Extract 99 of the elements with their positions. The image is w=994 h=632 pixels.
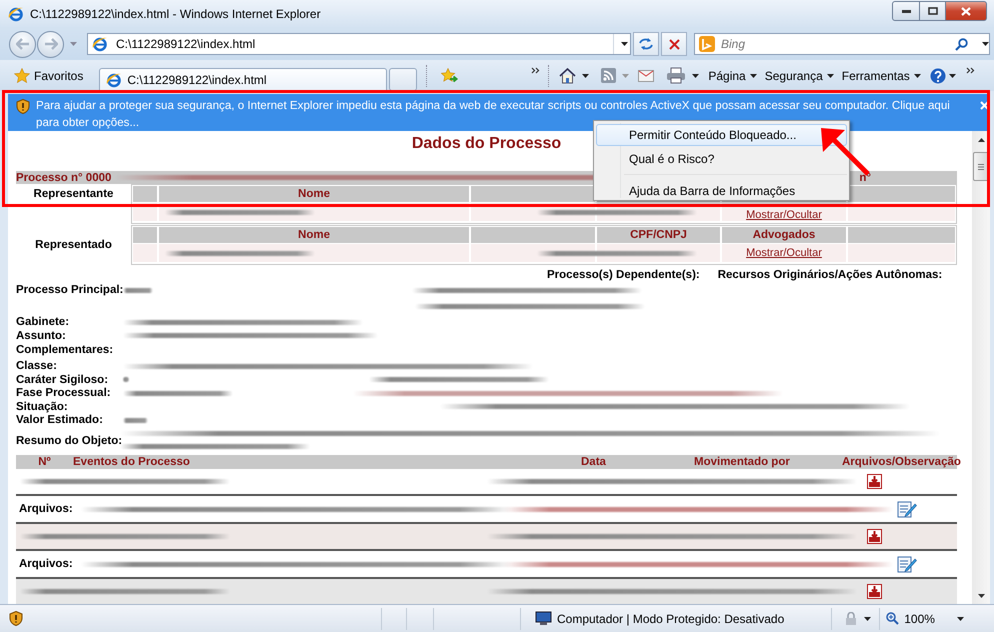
- search-icon[interactable]: [955, 38, 968, 50]
- edit-icon[interactable]: [896, 555, 917, 574]
- field-label: Arquivos:: [19, 558, 73, 570]
- menu-item[interactable]: Permitir Conteúdo Bloqueado...: [596, 124, 847, 146]
- add-favorite-icon[interactable]: [441, 68, 460, 84]
- field-label: Processo Principal:: [16, 284, 124, 296]
- caret-icon[interactable]: [582, 74, 590, 78]
- column-header: Advogados: [722, 227, 846, 243]
- address-field[interactable]: C:\1122989122\index.html: [87, 33, 631, 55]
- table-cell: [133, 244, 157, 262]
- forward-button[interactable]: [37, 30, 64, 58]
- zoom-button[interactable]: 100%: [886, 612, 935, 626]
- download-icon[interactable]: [867, 584, 882, 600]
- field-label: Representante: [34, 188, 114, 200]
- mail-icon[interactable]: [638, 70, 654, 82]
- field-label: Valor Estimado:: [16, 414, 103, 426]
- browser-tab[interactable]: C:\1122989122\index.html: [99, 68, 388, 91]
- caret-icon: [750, 74, 757, 78]
- field-label: Representado: [35, 239, 112, 251]
- back-button[interactable]: [9, 30, 36, 58]
- column-header: Nome: [159, 186, 469, 202]
- bing-icon: [699, 36, 715, 52]
- field-label: Recursos Originários/Ações Autônomas:: [718, 268, 942, 281]
- zoom-icon: [886, 612, 900, 625]
- column-header: Nº: [37, 456, 52, 468]
- field-label: Processo(s) Dependente(s):: [547, 268, 700, 281]
- stop-button[interactable]: [661, 32, 687, 56]
- column-header: CPF/CNPJ: [597, 227, 720, 243]
- minimize-button[interactable]: [892, 1, 920, 21]
- caret-icon[interactable]: [620, 42, 628, 46]
- feed-icon[interactable]: [601, 68, 616, 83]
- edit-icon[interactable]: [896, 500, 917, 518]
- field-label: Resumo do Objeto:: [16, 435, 122, 448]
- back-icon: [16, 38, 30, 50]
- caret-icon[interactable]: [864, 616, 872, 620]
- process-number: Processo n° 0000: [16, 172, 112, 184]
- help-icon[interactable]: [930, 68, 946, 84]
- home-icon[interactable]: [559, 68, 576, 84]
- refresh-icon: [638, 37, 654, 51]
- page-title: Dados do Processo: [412, 135, 562, 154]
- field-label: Arquivos:: [19, 503, 73, 516]
- blurred-text: [123, 377, 129, 382]
- field-label: Situação:: [16, 400, 68, 413]
- page-icon: [92, 36, 108, 52]
- favorites-button[interactable]: Favoritos: [10, 66, 88, 85]
- field-label: Caráter Sigiloso:: [16, 374, 108, 386]
- caret-icon[interactable]: [956, 616, 964, 620]
- close-icon: [961, 6, 971, 16]
- page-icon: [106, 72, 122, 88]
- chevron-icon[interactable]: [966, 67, 975, 74]
- menu-button[interactable]: Ferramentas: [838, 66, 924, 84]
- caret-icon[interactable]: [692, 74, 700, 78]
- printer-icon[interactable]: [666, 67, 686, 84]
- field-label: Gabinete:: [16, 316, 70, 328]
- maximize-button[interactable]: [920, 1, 946, 21]
- show-hide-link[interactable]: Mostrar/Ocultar: [746, 209, 822, 221]
- minimize-icon: [902, 10, 910, 12]
- scroll-down-icon: [978, 594, 984, 598]
- search-field[interactable]: Bing: [694, 33, 990, 55]
- close-icon[interactable]: [980, 101, 989, 110]
- caret-icon[interactable]: [948, 74, 956, 78]
- refresh-button[interactable]: [633, 32, 659, 56]
- shield-icon: [16, 99, 30, 114]
- scroll-up-icon: [978, 138, 984, 142]
- computer-icon: [535, 611, 552, 626]
- shield-icon[interactable]: [9, 611, 23, 626]
- caret-icon: [914, 74, 921, 78]
- column-header: Arquivos/Observação: [842, 456, 961, 468]
- stop-icon: [668, 38, 680, 50]
- chevron-icon[interactable]: [531, 67, 540, 74]
- download-icon[interactable]: [867, 529, 882, 544]
- star-icon: [14, 68, 30, 83]
- close-button[interactable]: [946, 1, 987, 21]
- forward-icon: [44, 38, 58, 50]
- menu-button[interactable]: Segurança: [762, 66, 837, 84]
- show-hide-link[interactable]: Mostrar/Ocultar: [746, 247, 822, 259]
- column-header: Movimentado por: [694, 456, 791, 468]
- menu-item[interactable]: Ajuda da Barra de Informações: [596, 180, 847, 202]
- menu-button[interactable]: Página: [705, 66, 760, 84]
- field-label: Classe:: [16, 360, 57, 372]
- caret-icon: [826, 74, 834, 78]
- new-tab-button[interactable]: [389, 68, 418, 91]
- column-header: Data: [581, 456, 607, 468]
- field-label: Fase Processual:: [16, 387, 111, 400]
- download-icon[interactable]: [867, 474, 882, 490]
- field-label: Assunto:: [16, 330, 66, 342]
- window-title: C:\1122989122\index.html - Windows Internet Explorer: [30, 7, 321, 21]
- process-label: n°: [859, 172, 871, 184]
- caret-icon[interactable]: [982, 42, 989, 46]
- blurred-text: [123, 288, 154, 293]
- column-header: Nome: [159, 227, 469, 243]
- field-label: Complementares:: [16, 344, 114, 356]
- browser-icon: [8, 6, 24, 22]
- scrollbar[interactable]: [972, 131, 990, 604]
- column-header: Eventos do Processo: [73, 456, 191, 468]
- blurred-text: [123, 418, 148, 423]
- menu-item[interactable]: Qual é o Risco?: [596, 148, 847, 170]
- maximize-icon: [928, 7, 938, 15]
- grip-icon: [978, 164, 984, 170]
